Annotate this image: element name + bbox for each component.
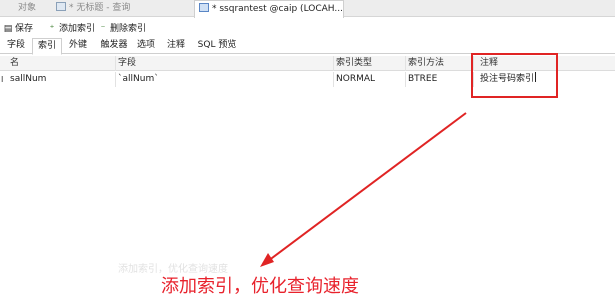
tab-untitled-query-label: * 无标题 - 查询 xyxy=(69,3,131,13)
add-index-label: 添加索引 xyxy=(59,24,96,34)
delete-index-button[interactable]: ⁻ 删除索引 xyxy=(98,21,146,37)
add-index-button[interactable]: ⁺ 添加索引 xyxy=(47,21,95,37)
tab-objects[interactable]: 对象 xyxy=(14,0,36,17)
cell-index-method[interactable]: BTREE xyxy=(406,72,474,87)
save-icon: ▤ xyxy=(3,24,13,34)
tab-sql-preview[interactable]: SQL 预览 xyxy=(194,38,240,54)
annotation-caption: 添加索引，优化查询速度 xyxy=(161,276,359,297)
tab-objects-label: 对象 xyxy=(18,3,37,13)
save-label: 保存 xyxy=(15,24,34,34)
arrow-line xyxy=(267,112,467,262)
designer-tab-bar: 字段 索引 外键 触发器 选项 注释 SQL 预览 xyxy=(0,38,615,55)
tab-fields[interactable]: 字段 xyxy=(3,38,29,54)
tab-foreign-keys[interactable]: 外键 xyxy=(64,38,92,54)
edit-row-marker: I xyxy=(1,75,4,84)
table-icon xyxy=(199,3,209,12)
delete-index-icon: ⁻ xyxy=(100,24,106,34)
document-tab-bar: 对象 * 无标题 - 查询 * ssqrantest @caip (LOCAH.… xyxy=(0,0,615,18)
column-header-index-type[interactable]: 索引类型 xyxy=(334,56,406,71)
arrow-head xyxy=(260,253,274,267)
highlight-box xyxy=(471,53,558,98)
faint-text: 添加索引，优化查询速度 xyxy=(118,264,228,275)
cell-index-fields[interactable]: `allNum` xyxy=(116,72,334,87)
query-icon xyxy=(56,2,66,11)
tab-table-design[interactable]: * ssqrantest @caip (LOCAH... xyxy=(194,0,344,18)
cell-index-type[interactable]: NORMAL xyxy=(334,72,406,87)
tab-indexes[interactable]: 索引 xyxy=(32,38,62,55)
tab-triggers[interactable]: 触发器 xyxy=(97,38,131,54)
column-header-fields[interactable]: 字段 xyxy=(116,56,334,71)
tab-options[interactable]: 选项 xyxy=(133,38,159,54)
save-button[interactable]: ▤ 保存 xyxy=(3,21,33,37)
column-header-index-method[interactable]: 索引方法 xyxy=(406,56,474,71)
delete-index-label: 删除索引 xyxy=(110,24,147,34)
tab-untitled-query[interactable]: * 无标题 - 查询 xyxy=(52,0,130,17)
tab-comment[interactable]: 注释 xyxy=(163,38,189,54)
cell-index-name[interactable]: sallNum xyxy=(8,72,116,87)
toolbar: ▤ 保存 ⁺ 添加索引 ⁻ 删除索引 xyxy=(0,21,615,37)
tab-table-design-label: * ssqrantest @caip (LOCAH... xyxy=(212,4,343,14)
column-header-name[interactable]: 名 xyxy=(8,56,116,71)
add-index-icon: ⁺ xyxy=(49,24,55,34)
